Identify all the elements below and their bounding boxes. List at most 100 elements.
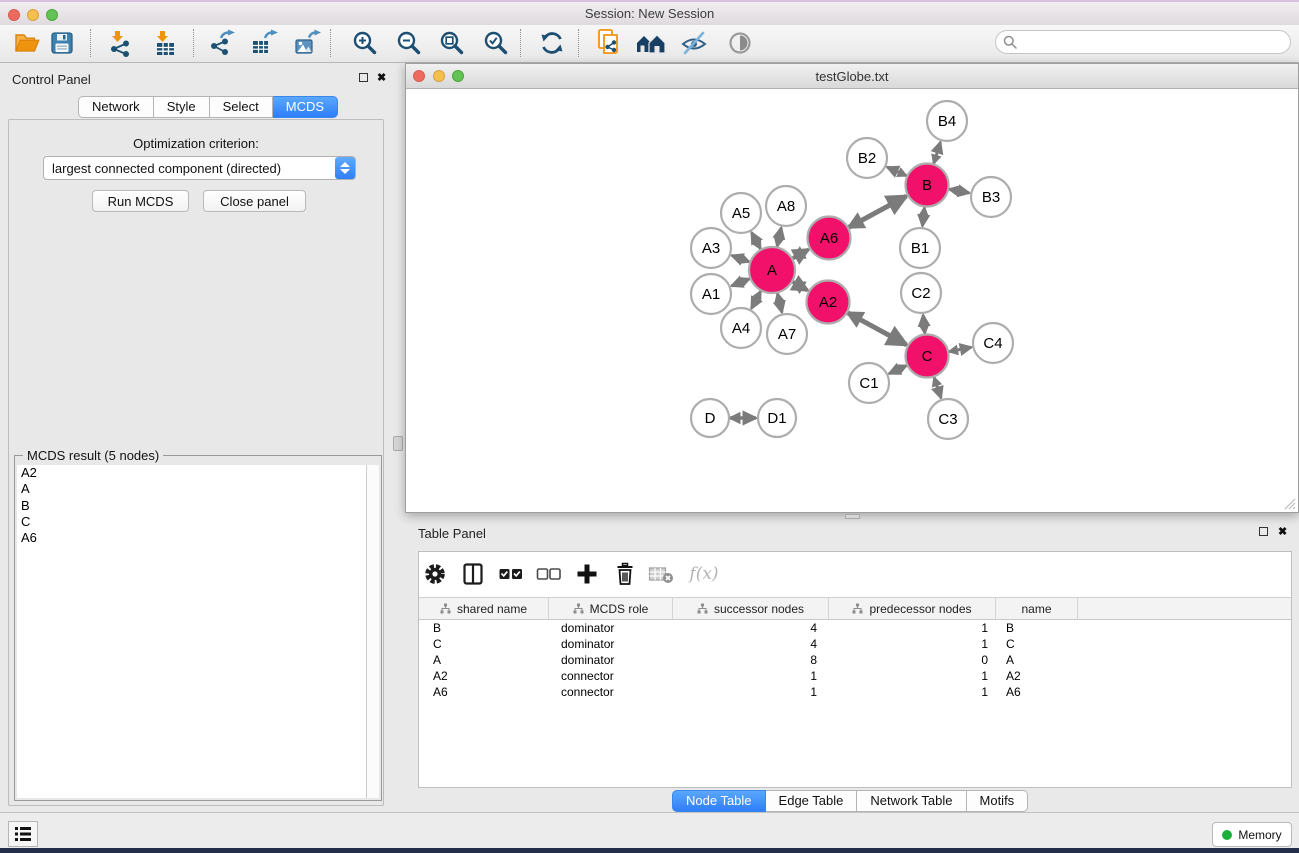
network-close-button[interactable] (413, 70, 425, 82)
tab-style[interactable]: Style (154, 96, 210, 118)
search-field[interactable] (995, 30, 1291, 54)
table-row[interactable]: A dominator 8 0 A (419, 652, 1291, 668)
network-graph: B4B2BB3A5A8A6A3AB1A1C2A2A4A7CC4C1C3DD1 (406, 89, 1298, 512)
graph-edge-A-A8[interactable] (777, 227, 781, 246)
close-panel-icon[interactable]: ✖ (1278, 527, 1287, 537)
zoom-out-icon[interactable] (392, 26, 426, 60)
table-row[interactable]: A2 connector 1 1 A2 (419, 668, 1291, 684)
graph-node-label-C4: C4 (983, 335, 1002, 352)
function-builder-icon[interactable]: f(x) (686, 561, 722, 587)
close-window-button[interactable] (8, 9, 20, 21)
tab-edge-table[interactable]: Edge Table (766, 790, 858, 812)
graph-edge-A-A7[interactable] (777, 293, 782, 312)
mcds-result-item[interactable]: B (17, 498, 368, 514)
network-minimize-button[interactable] (433, 70, 445, 82)
criterion-dropdown[interactable]: largest connected component (directed) (43, 156, 356, 180)
network-window-titlebar[interactable]: testGlobe.txt (406, 64, 1298, 89)
graph-edge-A-A4[interactable] (751, 291, 760, 308)
minimize-window-button[interactable] (27, 9, 39, 21)
hide-graphics-details-icon[interactable] (677, 26, 711, 60)
graph-edge-A-A1[interactable] (731, 279, 749, 286)
network-canvas[interactable]: B4B2BB3A5A8A6A3AB1A1C2A2A4A7CC4C1C3DD1 (406, 89, 1298, 512)
zoom-fit-icon[interactable] (435, 26, 469, 60)
graph-edge-A-A3[interactable] (732, 255, 750, 261)
import-network-icon[interactable] (103, 26, 137, 60)
add-column-icon[interactable] (574, 561, 600, 587)
float-panel-icon[interactable] (1259, 527, 1268, 536)
graph-edge-A-A5[interactable] (752, 232, 761, 249)
tab-mcds[interactable]: MCDS (273, 96, 338, 118)
float-panel-icon[interactable] (359, 73, 368, 82)
attribute-icon (440, 603, 451, 614)
open-file-icon[interactable] (10, 26, 44, 60)
graph-edge-B-B2[interactable] (887, 167, 906, 176)
column-header-predecessor-nodes[interactable]: predecessor nodes (829, 598, 996, 619)
tab-select[interactable]: Select (210, 96, 273, 118)
graph-edge-B-B3[interactable] (949, 189, 969, 193)
show-all-panels-icon[interactable] (634, 26, 668, 60)
column-settings-icon[interactable] (422, 561, 448, 587)
close-panel-icon[interactable]: ✖ (377, 73, 386, 83)
control-panel-header: Control Panel ✖ (0, 63, 391, 93)
tab-network[interactable]: Network (78, 96, 154, 118)
graph-edge-C-C2[interactable] (923, 315, 925, 334)
column-header-successor-nodes[interactable]: successor nodes (673, 598, 829, 619)
mcds-result-item[interactable]: A6 (17, 530, 368, 546)
mcds-result-item[interactable]: A (17, 481, 368, 497)
network-view-window: testGlobe.txt B4B2BB3A5A8A6A3AB1A1C2A2A4… (405, 63, 1299, 513)
table-panel-tabs: Node Table Edge Table Network Table Moti… (672, 790, 1028, 812)
task-history-button[interactable] (8, 821, 38, 847)
graph-edge-B-B4[interactable] (934, 142, 941, 164)
zoom-selected-icon[interactable] (479, 26, 513, 60)
zoom-in-icon[interactable] (348, 26, 382, 60)
graph-node-label-A7: A7 (778, 326, 796, 343)
graph-edge-C-C4[interactable] (949, 347, 971, 351)
network-zoom-button[interactable] (452, 70, 464, 82)
export-network-icon[interactable] (205, 26, 239, 60)
apply-layout-icon[interactable] (535, 26, 569, 60)
graph-edge-A-A2[interactable] (793, 282, 808, 290)
graph-node-label-A: A (767, 262, 777, 279)
graph-edge-A2-C[interactable] (848, 313, 907, 345)
duplicate-network-icon[interactable] (592, 26, 626, 60)
close-panel-button[interactable]: Close panel (203, 190, 306, 212)
graph-edge-A6-B[interactable] (849, 196, 907, 227)
save-session-icon[interactable] (45, 26, 79, 60)
resize-grip-icon[interactable] (1283, 497, 1296, 510)
mcds-result-list: A2 A B C A6 (17, 465, 368, 798)
export-image-icon[interactable] (290, 26, 324, 60)
import-table-icon[interactable] (148, 26, 182, 60)
delete-column-icon[interactable] (612, 561, 638, 587)
vertical-splitter-handle[interactable] (393, 436, 403, 451)
deselect-all-icon[interactable] (536, 561, 562, 587)
memory-button[interactable]: Memory (1212, 822, 1292, 847)
table-row[interactable]: C dominator 4 1 C (419, 636, 1291, 652)
show-graphics-details-icon[interactable] (723, 26, 757, 60)
zoom-window-button[interactable] (46, 9, 58, 21)
column-header-mcds-role[interactable]: MCDS role (549, 598, 673, 619)
export-table-icon[interactable] (247, 26, 281, 60)
graph-edge-A-A6[interactable] (793, 250, 809, 259)
tab-motifs[interactable]: Motifs (967, 790, 1029, 812)
column-header-shared-name[interactable]: shared name (419, 598, 549, 619)
graph-edge-C-C1[interactable] (889, 365, 907, 373)
delete-table-icon[interactable] (648, 561, 674, 587)
mcds-result-item[interactable]: A2 (17, 465, 368, 481)
mcds-result-scrollbar[interactable] (366, 465, 379, 798)
graph-edge-C-C3[interactable] (934, 377, 941, 398)
tab-node-table[interactable]: Node Table (672, 790, 766, 812)
graph-edge-B-B1[interactable] (922, 207, 924, 226)
graph-node-label-A2: A2 (819, 294, 837, 311)
tab-network-table[interactable]: Network Table (857, 790, 966, 812)
select-all-icon[interactable] (498, 561, 524, 587)
search-input[interactable] (1022, 35, 1290, 49)
panel-mode-icon[interactable] (460, 561, 486, 587)
run-mcds-button[interactable]: Run MCDS (92, 190, 189, 212)
column-header-name[interactable]: name (996, 598, 1078, 619)
attribute-icon (852, 603, 863, 614)
main-titlebar[interactable]: Session: New Session (0, 2, 1299, 25)
table-row[interactable]: B dominator 4 1 B (419, 620, 1291, 636)
graph-node-label-B2: B2 (858, 150, 876, 167)
table-row[interactable]: A6 connector 1 1 A6 (419, 684, 1291, 700)
mcds-result-item[interactable]: C (17, 514, 368, 530)
